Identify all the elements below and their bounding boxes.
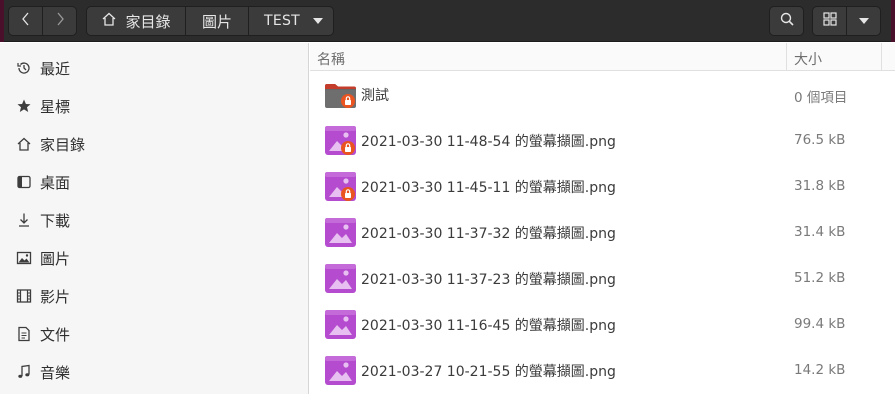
breadcrumb-home[interactable]: 家目錄 [86, 6, 186, 36]
film-icon [16, 288, 32, 304]
file-name: 2021-03-30 11-48-54 的螢幕擷圖.png [361, 134, 616, 150]
sidebar-item-videos[interactable]: 影片 [0, 278, 309, 314]
sidebar-item-label: 圖片 [40, 249, 71, 268]
file-name: 測試 [361, 88, 389, 104]
file-size: 0 個項目 [794, 90, 848, 106]
sidebar: 最近 星標 家目錄 桌面 下載 圖片 影片 文件 音樂 [0, 43, 309, 394]
file-size: 31.8 kB [794, 178, 846, 194]
star-icon [16, 98, 32, 114]
file-name: 2021-03-30 11-16-45 的螢幕擷圖.png [361, 318, 616, 334]
forward-button[interactable] [42, 6, 77, 36]
search-icon [779, 11, 795, 31]
image-file-icon [324, 216, 357, 249]
view-menu-button[interactable] [846, 6, 881, 36]
list-item[interactable]: 2021-03-30 11-16-45 的螢幕擷圖.png 99.4 kB [310, 302, 895, 348]
triangle-down-icon [858, 18, 869, 24]
file-size: 14.2 kB [794, 362, 846, 378]
breadcrumb-test-label: TEST [264, 13, 301, 29]
folder-icon [324, 78, 357, 111]
window-edge-right [891, 0, 895, 42]
file-size: 51.2 kB [794, 270, 846, 286]
clock-icon [16, 60, 32, 76]
document-icon [16, 326, 32, 342]
sidebar-item-label: 家目錄 [40, 135, 86, 154]
breadcrumb-home-label: 家目錄 [125, 12, 171, 31]
image-file-icon [324, 170, 357, 203]
view-toggle-button[interactable] [812, 6, 847, 36]
list-item[interactable]: 2021-03-30 11-45-11 的螢幕擷圖.png 31.8 kB [310, 164, 895, 210]
column-header-name[interactable]: 名稱 [317, 49, 345, 69]
breadcrumb-pictures-label: 圖片 [201, 12, 232, 31]
chevron-left-icon [21, 11, 31, 31]
breadcrumb-test[interactable]: TEST [248, 6, 334, 36]
music-icon [16, 364, 32, 380]
list-item[interactable]: 2021-03-30 11-37-23 的螢幕擷圖.png 51.2 kB [310, 256, 895, 302]
grid-view-icon [822, 12, 837, 30]
sidebar-item-label: 最近 [40, 59, 71, 78]
download-icon [16, 212, 32, 228]
file-name: 2021-03-30 11-45-11 的螢幕擷圖.png [361, 180, 616, 196]
file-size: 76.5 kB [794, 132, 846, 148]
home-icon [16, 136, 32, 152]
sidebar-item-label: 星標 [40, 97, 71, 116]
sidebar-item-home[interactable]: 家目錄 [0, 126, 309, 162]
sidebar-item-music[interactable]: 音樂 [0, 354, 309, 390]
column-header-size[interactable]: 大小 [786, 43, 882, 71]
list-item[interactable]: 2021-03-30 11-48-54 的螢幕擷圖.png 76.5 kB [310, 118, 895, 164]
sidebar-item-pictures[interactable]: 圖片 [0, 240, 309, 276]
desktop-icon [16, 174, 32, 190]
window-edge-left [0, 0, 4, 42]
file-name: 2021-03-30 11-37-32 的螢幕擷圖.png [361, 226, 616, 242]
search-button[interactable] [769, 6, 804, 36]
back-button[interactable] [8, 6, 43, 36]
file-name: 2021-03-27 10-21-55 的螢幕擷圖.png [361, 364, 616, 380]
sidebar-item-label: 影片 [40, 287, 71, 306]
image-file-icon [324, 262, 357, 295]
sidebar-item-downloads[interactable]: 下載 [0, 202, 309, 238]
file-size: 31.4 kB [794, 224, 846, 240]
sidebar-item-label: 音樂 [40, 363, 71, 382]
file-size: 99.4 kB [794, 316, 846, 332]
column-header: 名稱 大小 [310, 43, 895, 71]
sidebar-item-documents[interactable]: 文件 [0, 316, 309, 352]
image-file-icon [324, 308, 357, 341]
list-item[interactable]: 2021-03-27 10-21-55 的螢幕擷圖.png 14.2 kB [310, 348, 895, 394]
sidebar-item-starred[interactable]: 星標 [0, 88, 309, 124]
list-item[interactable]: 2021-03-30 11-37-32 的螢幕擷圖.png 31.4 kB [310, 210, 895, 256]
triangle-down-icon [313, 18, 323, 24]
sidebar-item-label: 下載 [40, 211, 71, 230]
list-item[interactable]: 測試 0 個項目 [310, 72, 895, 118]
image-file-icon [324, 124, 357, 157]
sidebar-item-desktop[interactable]: 桌面 [0, 164, 309, 200]
image-icon [16, 250, 32, 266]
breadcrumb-pictures[interactable]: 圖片 [185, 6, 249, 36]
chevron-right-icon [55, 11, 65, 31]
sidebar-item-label: 桌面 [40, 173, 71, 192]
home-icon [101, 11, 117, 31]
image-file-icon [324, 354, 357, 387]
header-bar: 家目錄 圖片 TEST [0, 0, 895, 42]
sidebar-item-label: 文件 [40, 325, 71, 344]
file-name: 2021-03-30 11-37-23 的螢幕擷圖.png [361, 272, 616, 288]
sidebar-item-recent[interactable]: 最近 [0, 50, 309, 86]
file-list: 名稱 大小 測試 0 個項目 2021-03-30 11-48-54 的螢幕擷圖… [310, 43, 895, 394]
